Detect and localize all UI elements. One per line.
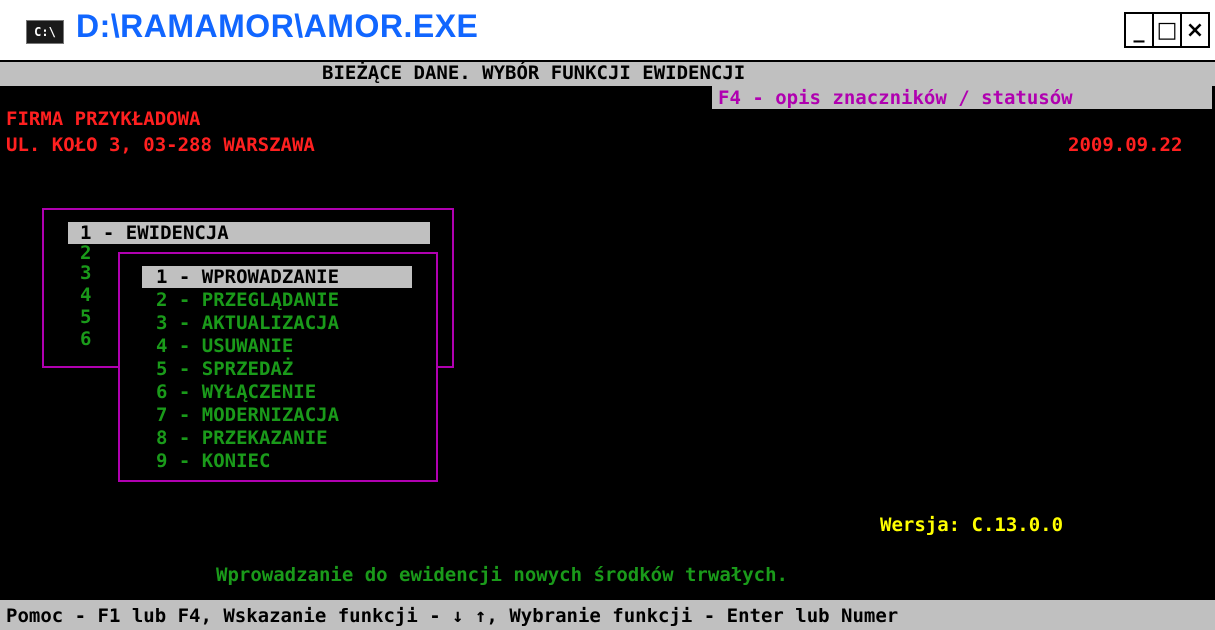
main-menu-number[interactable]: 2 [80, 244, 91, 263]
main-menu-number[interactable]: 5 [80, 308, 91, 327]
current-date: 2009.09.22 [1068, 134, 1183, 156]
company-name: FIRMA PRZYKŁADOWA [6, 108, 201, 130]
submenu-item-aktualizacja[interactable]: 3 - AKTUALIZACJA [156, 312, 339, 334]
f4-hint: F4 - opis znaczników / statusów [718, 87, 1073, 109]
submenu-item-wprowadzanie[interactable]: 1 - WPROWADZANIE [156, 266, 339, 288]
console-app-icon[interactable]: C:\ [26, 20, 64, 44]
window-title: D:\RAMAMOR\AMOR.EXE [76, 8, 479, 44]
submenu-item-koniec[interactable]: 9 - KONIEC [156, 450, 270, 472]
function-description: Wprowadzanie do ewidencji nowych środków… [216, 564, 788, 586]
screen-title: BIEŻĄCE DANE. WYBÓR FUNKCJI EWIDENCJI [322, 62, 746, 84]
keyboard-help: Pomoc - F1 lub F4, Wskazanie funkcji - ↓… [6, 605, 899, 627]
main-menu-number[interactable]: 6 [80, 330, 91, 349]
close-button[interactable]: × [1180, 12, 1210, 48]
company-address: UL. KOŁO 3, 03-288 WARSZAWA [6, 134, 315, 156]
main-menu-item-ewidencja[interactable]: 1 - EWIDENCJA [80, 222, 229, 244]
version-label: Wersja: C.13.0.0 [880, 514, 1064, 536]
main-menu-number[interactable]: 4 [80, 286, 91, 305]
submenu-item-sprzedaz[interactable]: 5 - SPRZEDAŻ [156, 358, 293, 380]
main-menu-number[interactable]: 3 [80, 264, 91, 283]
submenu-item-przekazanie[interactable]: 8 - PRZEKAZANIE [156, 427, 328, 449]
submenu-item-przegladanie[interactable]: 2 - PRZEGLĄDANIE [156, 289, 339, 311]
console-area: BIEŻĄCE DANE. WYBÓR FUNKCJI EWIDENCJI F4… [0, 60, 1215, 630]
submenu-item-wylaczenie[interactable]: 6 - WYŁĄCZENIE [156, 381, 316, 403]
maximize-button[interactable]: □ [1152, 12, 1182, 48]
minimize-button[interactable]: _ [1124, 12, 1154, 48]
window-titlebar: C:\ D:\RAMAMOR\AMOR.EXE _ □ × [0, 0, 1215, 60]
submenu-item-modernizacja[interactable]: 7 - MODERNIZACJA [156, 404, 339, 426]
submenu-item-usuwanie[interactable]: 4 - USUWANIE [156, 335, 293, 357]
